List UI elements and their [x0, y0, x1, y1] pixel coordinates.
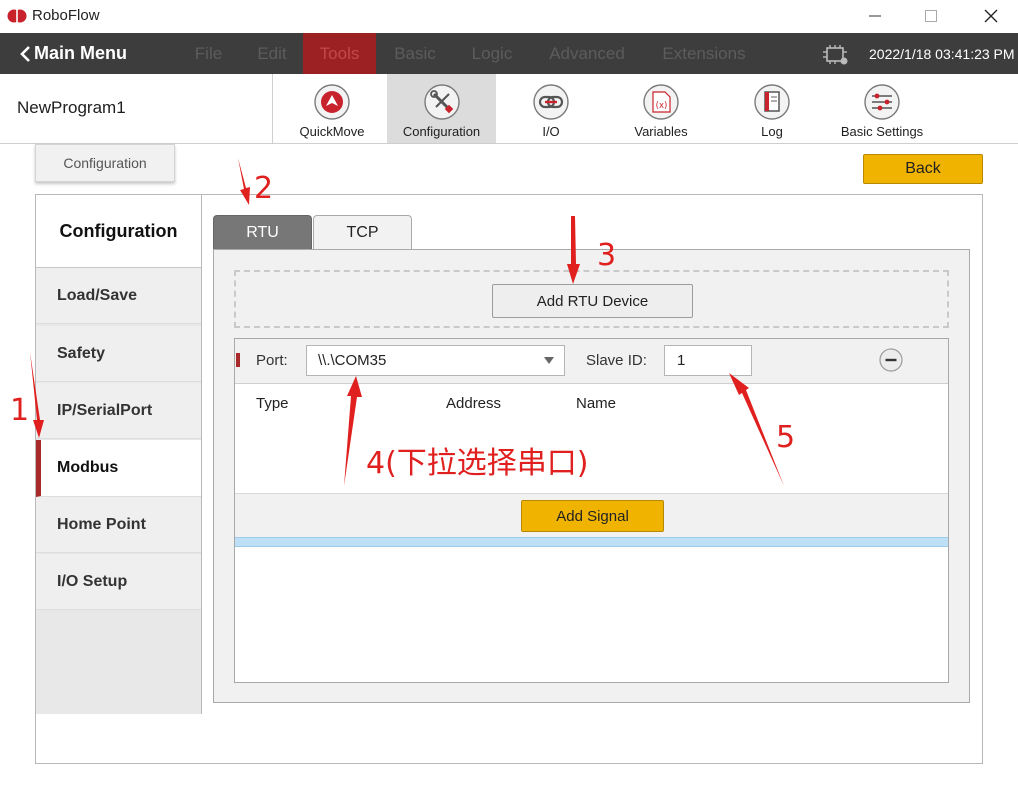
- main-menu-button[interactable]: Main Menu: [19, 33, 127, 74]
- tab-tcp[interactable]: TCP: [313, 215, 412, 249]
- menu-logic[interactable]: Logic: [462, 33, 522, 74]
- controller-chip-icon[interactable]: [822, 44, 850, 66]
- chevron-left-icon: [20, 45, 30, 62]
- menu-advanced[interactable]: Advanced: [540, 33, 634, 74]
- svg-text:(x): (x): [656, 101, 668, 111]
- column-header-name: Name: [576, 395, 617, 412]
- annotation-step-5: 5: [776, 420, 796, 455]
- tool-log[interactable]: Log: [731, 74, 813, 143]
- port-dropdown-value: \\.\COM35: [318, 352, 387, 369]
- main-menubar: Main Menu File Edit Tools Basic Logic Ad…: [0, 33, 1018, 74]
- tab-rtu[interactable]: RTU: [213, 215, 312, 249]
- sidebar-item-load-save[interactable]: Load/Save: [36, 268, 201, 324]
- variables-icon: (x): [643, 84, 679, 120]
- main-menu-label: Main Menu: [34, 43, 127, 63]
- quickmove-icon: [314, 84, 350, 120]
- tool-variables-label: Variables: [634, 124, 688, 139]
- chevron-down-icon: [544, 357, 554, 364]
- menu-extensions[interactable]: Extensions: [655, 33, 753, 74]
- port-dropdown[interactable]: \\.\COM35: [306, 345, 565, 376]
- annotation-step-1: 1: [10, 393, 30, 428]
- column-header-address: Address: [446, 395, 502, 412]
- app-title: RoboFlow: [32, 7, 100, 24]
- tool-quickmove-label: QuickMove: [299, 124, 365, 139]
- sidebar-item-home-point[interactable]: Home Point: [36, 497, 201, 553]
- annotation-step-3: 3: [597, 238, 617, 273]
- tool-log-label: Log: [761, 124, 783, 139]
- sidebar-heading: Configuration: [36, 195, 201, 268]
- menu-file[interactable]: File: [185, 33, 232, 74]
- add-rtu-device-button[interactable]: Add RTU Device: [492, 284, 693, 318]
- sidebar-item-ip-serialport[interactable]: IP/SerialPort: [36, 383, 201, 439]
- back-button[interactable]: Back: [863, 154, 983, 184]
- sidebar-item-modbus[interactable]: Modbus: [36, 440, 201, 497]
- maximize-button[interactable]: [908, 0, 954, 32]
- wrench-screwdriver-icon: [423, 84, 460, 120]
- tool-io-label: I/O: [542, 124, 560, 139]
- slave-id-label: Slave ID:: [586, 352, 647, 369]
- slave-id-input[interactable]: [664, 345, 752, 376]
- io-connector-icon: [533, 84, 569, 120]
- toolbar: NewProgram1 QuickMove Configuration I/O: [0, 74, 1018, 144]
- maximize-icon: [925, 10, 937, 22]
- datetime-display: 2022/1/18 03:41:23 PM: [869, 45, 1015, 62]
- selected-device-row[interactable]: [235, 537, 948, 547]
- add-signal-button[interactable]: Add Signal: [521, 500, 664, 532]
- remove-device-icon[interactable]: [879, 348, 903, 372]
- program-name: NewProgram1: [17, 98, 126, 117]
- menu-tools[interactable]: Tools: [303, 33, 376, 74]
- toolbar-divider: [272, 74, 273, 143]
- close-button[interactable]: [968, 0, 1014, 32]
- breadcrumb[interactable]: Configuration: [35, 144, 175, 182]
- minimize-icon: [869, 15, 881, 17]
- roboflow-logo-icon: [7, 8, 27, 24]
- menu-edit[interactable]: Edit: [249, 33, 295, 74]
- device-marker: [236, 353, 240, 367]
- tool-variables[interactable]: (x) Variables: [620, 74, 702, 143]
- close-icon: [984, 9, 998, 23]
- column-header-type: Type: [256, 395, 289, 412]
- tool-basic-settings-label: Basic Settings: [840, 124, 924, 139]
- annotation-step-4: 4(下拉选择串口): [366, 446, 589, 481]
- log-book-icon: [754, 84, 790, 120]
- tool-basic-settings[interactable]: Basic Settings: [831, 74, 933, 143]
- sidebar-item-safety[interactable]: Safety: [36, 326, 201, 382]
- sidebar-item-io-setup[interactable]: I/O Setup: [36, 554, 201, 610]
- tool-io[interactable]: I/O: [510, 74, 592, 143]
- tool-configuration-label: Configuration: [402, 124, 481, 139]
- menu-basic[interactable]: Basic: [385, 33, 445, 74]
- tool-configuration[interactable]: Configuration: [387, 74, 496, 143]
- tool-quickmove[interactable]: QuickMove: [291, 74, 373, 143]
- sliders-icon: [864, 84, 900, 120]
- port-label: Port:: [256, 352, 288, 369]
- minimize-button[interactable]: [852, 0, 898, 32]
- panel-divider: [201, 195, 202, 714]
- annotation-step-2: 2: [254, 171, 274, 206]
